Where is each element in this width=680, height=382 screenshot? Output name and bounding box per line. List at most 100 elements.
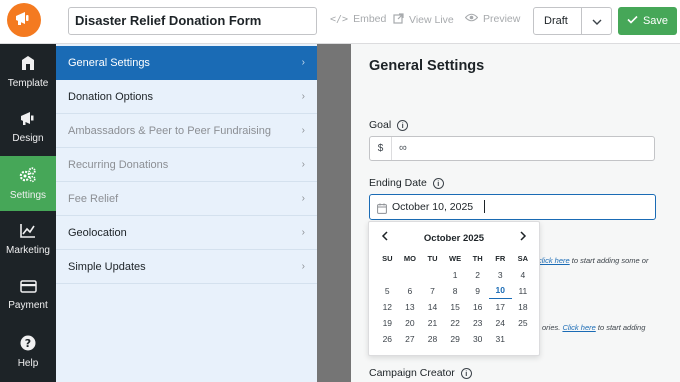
settings-item-fee-relief[interactable]: Fee Relief › xyxy=(56,182,317,216)
ending-date-input[interactable]: October 10, 2025 xyxy=(369,194,656,220)
calendar-day[interactable]: 13 xyxy=(399,299,422,315)
text-caret xyxy=(484,200,485,213)
helper-text-2: ories. Click here to start adding xyxy=(542,323,645,332)
calendar-day[interactable]: 24 xyxy=(489,315,512,331)
calendar-day[interactable]: 20 xyxy=(399,315,422,331)
weekday-label: TH xyxy=(472,254,483,263)
calendar-day[interactable]: 17 xyxy=(489,299,512,315)
nav-payment-label: Payment xyxy=(8,300,48,311)
chevron-right-icon: › xyxy=(301,91,305,102)
nav-template-label: Template xyxy=(7,77,49,89)
embed-label: Embed xyxy=(353,13,387,25)
settings-item-label: Donation Options xyxy=(68,91,153,103)
svg-text:?: ? xyxy=(25,337,31,350)
calendar-day[interactable]: 27 xyxy=(399,331,422,347)
settings-section-list: General Settings › Donation Options › Am… xyxy=(56,44,317,382)
info-icon[interactable]: i xyxy=(432,177,444,189)
save-button[interactable]: Save xyxy=(618,7,677,35)
nav-settings[interactable]: Settings xyxy=(0,156,56,211)
weekday-label: SU xyxy=(382,254,393,263)
gears-icon xyxy=(19,166,37,186)
weekday-label: TU xyxy=(427,254,438,263)
goal-input[interactable]: $ ∞ xyxy=(369,136,655,161)
calendar-day[interactable]: 31 xyxy=(489,331,512,347)
status-dropdown[interactable]: Draft xyxy=(533,7,612,35)
calendar-day[interactable]: 7 xyxy=(421,283,444,299)
calendar-day[interactable]: 30 xyxy=(466,331,489,347)
calendar-day[interactable]: 12 xyxy=(376,299,399,315)
calendar-day[interactable]: 26 xyxy=(376,331,399,347)
settings-item-general[interactable]: General Settings › xyxy=(56,46,317,80)
nav-template[interactable]: Template xyxy=(0,44,56,99)
brand-logo[interactable] xyxy=(7,3,41,37)
preview-button[interactable]: Preview xyxy=(464,13,520,25)
weekday-label: MO xyxy=(403,254,416,263)
calendar-day[interactable]: 5 xyxy=(376,283,399,299)
calendar-day[interactable]: 4 xyxy=(512,267,535,283)
calendar-day[interactable]: 28 xyxy=(421,331,444,347)
weekday-label: WE xyxy=(449,254,462,263)
campaign-creator-label-row: Campaign Creator i xyxy=(369,367,472,379)
calendar-month-label: October 2025 xyxy=(423,233,485,244)
nav-design[interactable]: Design xyxy=(0,100,56,155)
calendar-grid: SU MO TU WE TH FR SA 1 2 3 4 5 6 7 8 9 10 11 12 13 14… xyxy=(376,251,534,347)
calendar-day[interactable]: 25 xyxy=(512,315,535,331)
calendar-empty-cell xyxy=(376,267,399,283)
calendar-day[interactable]: 19 xyxy=(376,315,399,331)
nav-payment[interactable]: Payment xyxy=(0,268,56,323)
status-divider xyxy=(581,8,582,34)
top-bar: Disaster Relief Donation Form </> Embed … xyxy=(0,0,680,44)
view-live-button[interactable]: View Live xyxy=(393,13,454,27)
calendar-day[interactable]: 22 xyxy=(444,315,467,331)
nav-marketing[interactable]: Marketing xyxy=(0,212,56,267)
settings-item-geolocation[interactable]: Geolocation › xyxy=(56,216,317,250)
calendar-day-selected[interactable]: 10 xyxy=(488,283,512,299)
calendar-day[interactable]: 15 xyxy=(444,299,467,315)
nav-help[interactable]: ? Help xyxy=(0,324,56,379)
embed-button[interactable]: </> Embed xyxy=(330,13,386,25)
ending-date-label: Ending Date xyxy=(369,177,427,189)
calendar-day[interactable]: 11 xyxy=(512,283,535,299)
helper-text-1: click here to start adding some or xyxy=(538,256,648,265)
settings-item-label: Simple Updates xyxy=(68,261,146,273)
calendar-day[interactable]: 6 xyxy=(399,283,422,299)
template-icon xyxy=(20,55,36,74)
calendar-day[interactable]: 18 xyxy=(512,299,535,315)
help-icon: ? xyxy=(20,335,36,354)
megaphone-icon xyxy=(20,111,36,129)
settings-item-label: Recurring Donations xyxy=(68,159,169,171)
calendar-day[interactable]: 1 xyxy=(444,267,467,283)
goal-label: Goal xyxy=(369,119,392,131)
calendar-day[interactable]: 23 xyxy=(466,315,489,331)
megaphone-logo-icon xyxy=(14,9,34,32)
calendar-day[interactable]: 2 xyxy=(466,267,489,283)
helper-link-1[interactable]: click here xyxy=(538,256,570,265)
next-month-button[interactable] xyxy=(519,230,527,244)
date-picker-popup: October 2025 SU MO TU WE TH FR SA 123456… xyxy=(368,221,540,356)
calendar-day[interactable]: 16 xyxy=(466,299,489,315)
chevron-down-icon[interactable] xyxy=(591,15,603,33)
chevron-right-icon: › xyxy=(301,227,305,238)
calendar-day[interactable]: 3 xyxy=(489,267,512,283)
settings-item-label: General Settings xyxy=(68,57,150,69)
chevron-right-icon: › xyxy=(301,125,305,136)
calendar-empty-cell xyxy=(421,267,444,283)
chevron-right-icon: › xyxy=(301,261,305,272)
info-icon[interactable]: i xyxy=(397,119,409,131)
calendar-day[interactable]: 21 xyxy=(421,315,444,331)
settings-item-simple-updates[interactable]: Simple Updates › xyxy=(56,250,317,284)
settings-item-recurring[interactable]: Recurring Donations › xyxy=(56,148,317,182)
code-icon: </> xyxy=(330,13,349,25)
helper-text-1-tail: to start adding some or xyxy=(569,256,649,265)
helper-link-2[interactable]: Click here xyxy=(562,323,595,332)
settings-item-donation-options[interactable]: Donation Options › xyxy=(56,80,317,114)
settings-item-ambassadors[interactable]: Ambassadors & Peer to Peer Fundraising › xyxy=(56,114,317,148)
form-title-input[interactable]: Disaster Relief Donation Form xyxy=(68,7,317,35)
calendar-day[interactable]: 8 xyxy=(444,283,467,299)
calendar-day[interactable]: 9 xyxy=(466,283,489,299)
info-icon[interactable]: i xyxy=(460,367,472,379)
panel-title: General Settings xyxy=(369,58,485,74)
preview-backdrop xyxy=(317,44,351,382)
calendar-day[interactable]: 29 xyxy=(444,331,467,347)
calendar-day[interactable]: 14 xyxy=(421,299,444,315)
